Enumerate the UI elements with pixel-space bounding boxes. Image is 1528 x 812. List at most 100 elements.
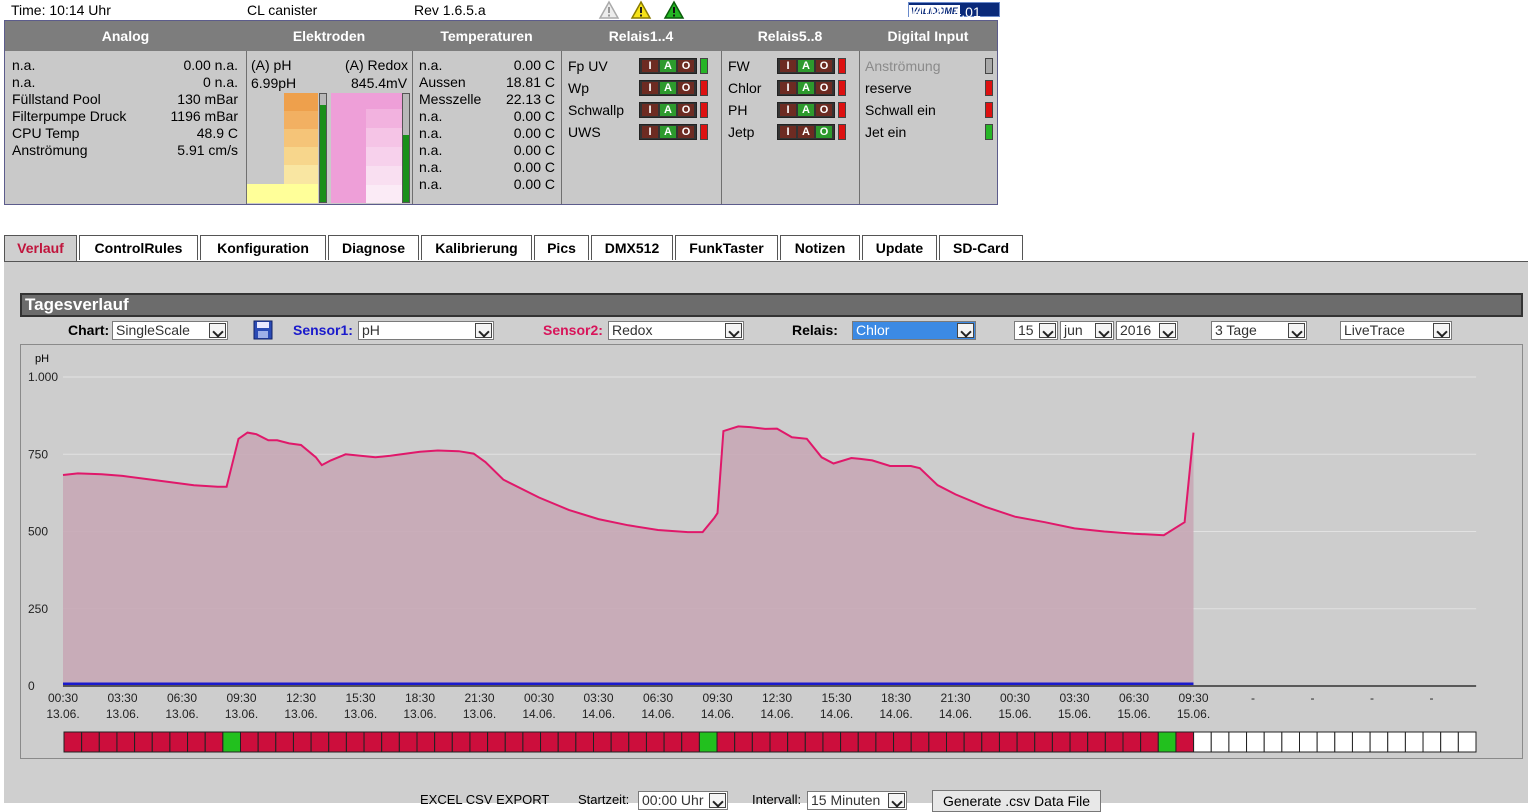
analog-value: 1196 mBar <box>170 108 238 124</box>
interval-select[interactable]: 15 Minuten <box>807 791 907 810</box>
start-time-select[interactable]: 00:00 Uhr <box>638 791 728 810</box>
x-tick-label: 06:30 <box>643 691 673 705</box>
relais-track-segment <box>187 731 206 753</box>
relais-track-segment <box>257 731 277 753</box>
relais-track-segment <box>381 731 400 753</box>
tab-notizen[interactable]: Notizen <box>780 235 860 260</box>
mode-select[interactable]: LiveTrace <box>1340 321 1452 340</box>
relais-mode-a-button[interactable]: A <box>660 60 676 72</box>
month-select[interactable]: jun <box>1060 321 1114 340</box>
temperature-label: n.a. <box>419 57 443 73</box>
x-tick-date: 14.06. <box>820 707 853 721</box>
relais-track-segment <box>292 731 312 753</box>
ph-scale-step <box>284 129 318 147</box>
range-select-value: 3 Tage <box>1215 322 1257 338</box>
relais-track-segment <box>504 731 524 753</box>
analog-label: n.a. <box>12 57 36 73</box>
relais-mode-a-button[interactable]: A <box>660 82 676 94</box>
tab-sd-card[interactable]: SD-Card <box>939 235 1023 260</box>
chevron-down-icon <box>1095 323 1112 338</box>
x-tick-date: 14.06. <box>582 707 615 721</box>
relais-mode-o-button[interactable]: O <box>678 82 694 94</box>
relais-mode-i-button[interactable]: I <box>642 60 658 72</box>
tab-pics[interactable]: Pics <box>534 235 589 260</box>
relais-mode-switch[interactable]: IAO <box>639 102 697 118</box>
relais-mode-i-button[interactable]: I <box>642 126 658 138</box>
valid-badge-text: HTML 4.01 <box>912 4 981 20</box>
relais-mode-o-button[interactable]: O <box>816 104 832 116</box>
sensor2-select[interactable]: Redox <box>608 321 744 340</box>
y-tick-label: 750 <box>28 447 48 461</box>
relais-mode-a-button[interactable]: A <box>660 126 676 138</box>
analog-value: 130 mBar <box>177 91 238 107</box>
relais-mode-i-button[interactable]: I <box>780 126 796 138</box>
relais-mode-a-button[interactable]: A <box>798 82 814 94</box>
chevron-down-icon <box>1159 323 1176 338</box>
html-valid-badge[interactable]: VALIDOME HTML 4.01 <box>908 2 1000 20</box>
column-divider <box>859 51 860 204</box>
relais-mode-switch[interactable]: IAO <box>777 124 835 140</box>
digital-input-led <box>985 80 993 96</box>
digital-input-led <box>985 58 993 74</box>
relais-select-value: Chlor <box>856 322 890 338</box>
relais-mode-i-button[interactable]: I <box>642 82 658 94</box>
relais-mode-switch[interactable]: IAO <box>777 58 835 74</box>
tab-update[interactable]: Update <box>862 235 937 260</box>
year-select[interactable]: 2016 <box>1116 321 1178 340</box>
relais-mode-i-button[interactable]: I <box>780 104 796 116</box>
relais-mode-a-button[interactable]: A <box>660 104 676 116</box>
interval-label: Intervall: <box>752 792 802 807</box>
sensor1-select[interactable]: pH <box>358 321 494 340</box>
tab-dmx512[interactable]: DMX512 <box>591 235 673 260</box>
tab-verlauf[interactable]: Verlauf <box>4 235 77 262</box>
relais-mode-i-button[interactable]: I <box>780 82 796 94</box>
generate-csv-button[interactable]: Generate .csv Data File <box>932 790 1102 812</box>
tab-controlrules[interactable]: ControlRules <box>79 235 198 260</box>
relais-mode-a-button[interactable]: A <box>798 60 814 72</box>
relais-mode-o-button[interactable]: O <box>678 60 694 72</box>
relais-select[interactable]: Chlor <box>852 321 976 340</box>
relais-track-segment <box>345 731 365 753</box>
tab-konfiguration[interactable]: Konfiguration <box>200 235 326 260</box>
relais-mode-o-button[interactable]: O <box>816 82 832 94</box>
relais-mode-i-button[interactable]: I <box>642 104 658 116</box>
day-select[interactable]: 15 <box>1014 321 1058 340</box>
relais-track-segment <box>310 731 330 753</box>
range-select[interactable]: 3 Tage <box>1211 321 1307 340</box>
relais-track-segment <box>398 731 418 753</box>
x-tick-label: 15:30 <box>345 691 375 705</box>
relais-mode-switch[interactable]: IAO <box>639 124 697 140</box>
relais-mode-switch[interactable]: IAO <box>777 80 835 96</box>
relais-mode-o-button[interactable]: O <box>678 126 694 138</box>
temperature-value: 22.13 C <box>505 91 555 107</box>
ph-scale-step <box>284 165 318 184</box>
tab-kalibrierung[interactable]: Kalibrierung <box>421 235 532 260</box>
relais-mode-o-button[interactable]: O <box>678 104 694 116</box>
column-divider <box>246 51 247 204</box>
tab-funktaster[interactable]: FunkTaster <box>675 235 778 260</box>
relais-track-segment <box>469 731 489 753</box>
relais-mode-switch[interactable]: IAO <box>777 102 835 118</box>
analog-label: Filterpumpe Druck <box>12 108 127 124</box>
relais-mode-a-button[interactable]: A <box>798 126 814 138</box>
y-tick-label: 0 <box>28 679 35 693</box>
status-bar: Time: 10:14 Uhr CL canister Rev 1.6.5.a … <box>5 0 1000 20</box>
y-axis-label: pH <box>35 353 49 365</box>
save-icon[interactable] <box>253 320 273 340</box>
tab-diagnose[interactable]: Diagnose <box>328 235 419 260</box>
section-title: Tagesverlauf <box>20 293 1523 317</box>
temperature-row: n.a. 0.00 C <box>419 142 555 158</box>
relais-track-segment <box>416 731 436 753</box>
relais-mode-switch[interactable]: IAO <box>639 80 697 96</box>
analog-label: Anströmung <box>12 142 88 158</box>
relais-mode-o-button[interactable]: O <box>816 126 832 138</box>
relais-mode-switch[interactable]: IAO <box>639 58 697 74</box>
x-tick-date: 14.06. <box>522 707 555 721</box>
relais-mode-i-button[interactable]: I <box>780 60 796 72</box>
header-analog: Analog <box>5 21 246 51</box>
relais-mode-a-button[interactable]: A <box>798 104 814 116</box>
x-tick-date: 13.06. <box>165 707 198 721</box>
relais-mode-o-button[interactable]: O <box>816 60 832 72</box>
temperature-value: 18.81 C <box>505 74 555 90</box>
chart-select[interactable]: SingleScale <box>112 321 228 340</box>
